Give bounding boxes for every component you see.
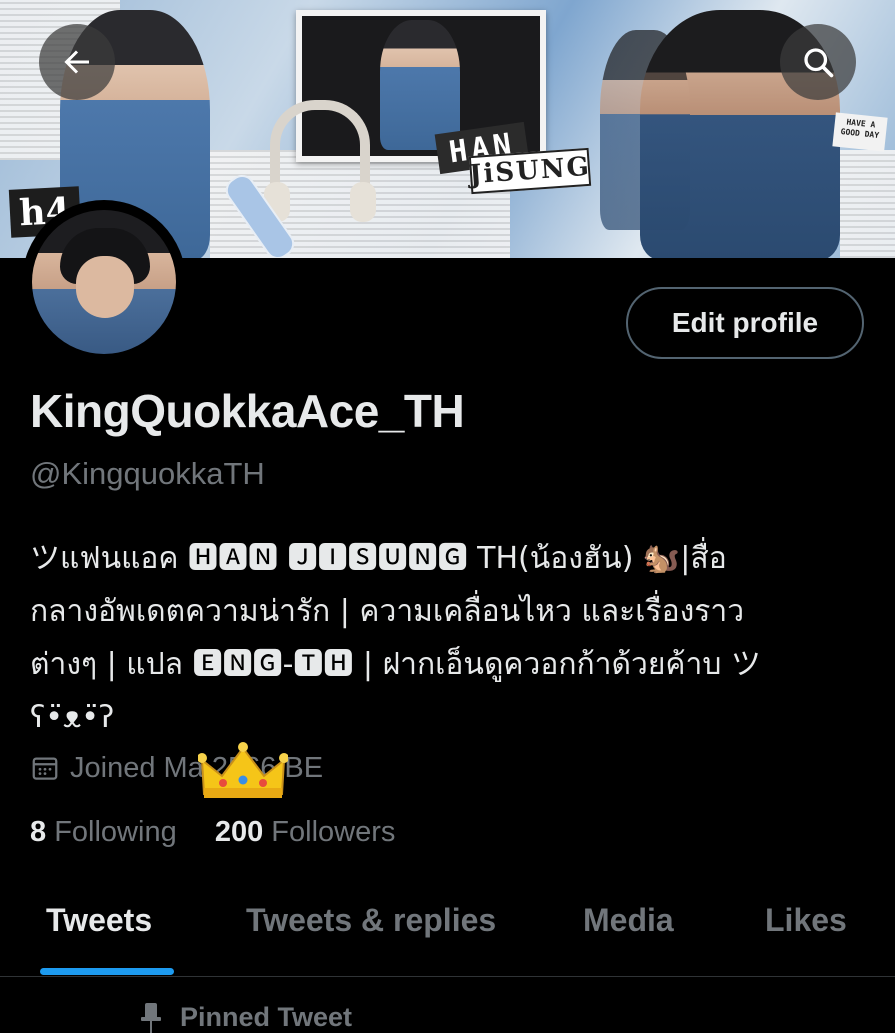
crown-icon: [198, 742, 288, 798]
display-name: KingQuokkaAce_TH: [30, 385, 465, 437]
banner-figure: [600, 30, 690, 230]
tab-tweets-and-replies[interactable]: Tweets & replies: [246, 902, 496, 939]
following-link[interactable]: 8 Following: [30, 816, 177, 848]
bio-line: ʕ•̈ᴥ•̈ʔ: [30, 700, 115, 735]
banner-figure: [380, 20, 460, 150]
banner-note-card: HAVE A GOOD DAY: [832, 112, 888, 152]
calendar-icon: [32, 757, 58, 780]
banner-newspaper: [840, 150, 895, 258]
back-button[interactable]: [39, 24, 115, 100]
followers-link[interactable]: 200 Followers: [215, 816, 396, 848]
pinned-label: Pinned Tweet: [180, 1002, 353, 1032]
followers-count: 200: [214, 816, 264, 848]
arrow-left-icon: [64, 50, 89, 74]
tab-tweets[interactable]: Tweets: [46, 902, 152, 939]
headphones-decor: [264, 100, 376, 222]
avatar[interactable]: [32, 210, 176, 354]
active-tab-indicator: [40, 968, 174, 975]
following-label: Following: [54, 816, 177, 848]
tab-likes[interactable]: Likes: [765, 902, 847, 939]
profile-bio: ツแฟนแอค 🅷🅰🅽 🅹🅸🆂🆄🅽🅶 TH(น้องฮัน) 🐿️|สื่อ ก…: [30, 532, 880, 744]
pin-icon: [141, 1002, 161, 1033]
tab-media[interactable]: Media: [583, 902, 674, 939]
user-handle: @KingquokkaTH: [30, 456, 265, 491]
profile-tabs: Tweets Tweets & replies Media Likes: [0, 880, 895, 977]
banner-jisung-label: JiSUNG: [468, 147, 592, 195]
bio-line: ต่างๆ | แปล 🅴🅽🅶-🆃🅷 | ฝากเอ็นดูควอกก้าด้ว…: [30, 647, 761, 682]
tabs-divider: [0, 976, 895, 977]
pinned-tweet-header: Pinned Tweet: [140, 1002, 352, 1033]
edit-profile-button[interactable]: Edit profile: [626, 287, 864, 359]
avatar-face: [76, 256, 134, 318]
bio-line: ツแฟนแอค 🅷🅰🅽 🅹🅸🆂🆄🅽🅶 TH(น้องฮัน) 🐿️|สื่อ: [30, 541, 727, 576]
bio-line: กลางอัพเดตความน่ารัก | ความเคลื่อนไหว แล…: [30, 594, 745, 629]
search-icon: [804, 48, 834, 78]
followers-label: Followers: [271, 816, 396, 848]
following-count: 8: [30, 816, 47, 848]
search-button[interactable]: [780, 24, 856, 100]
follow-stats: 8 Following 200 Followers: [30, 816, 395, 849]
